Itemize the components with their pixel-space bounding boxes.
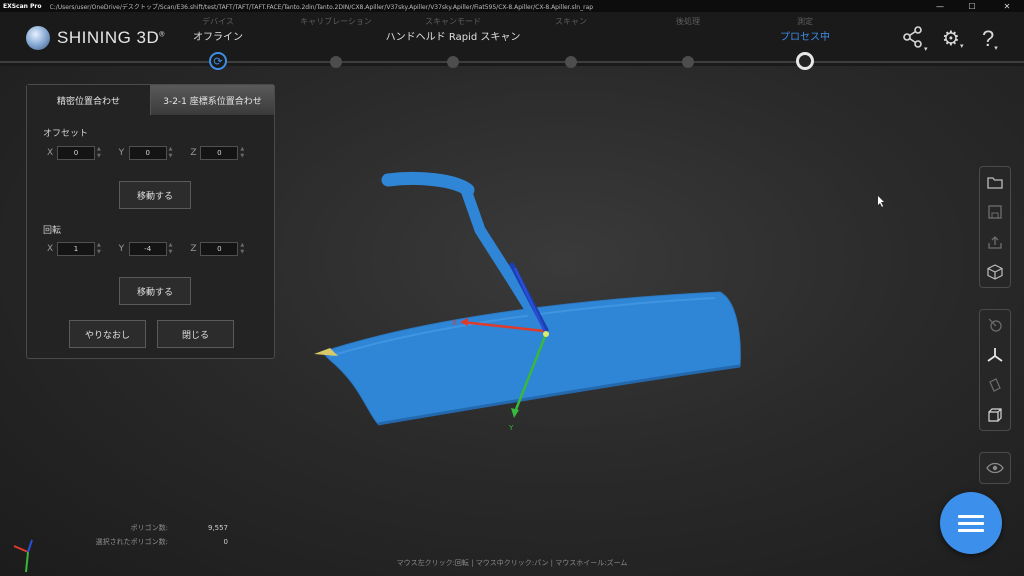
rotation-x-label: X (47, 244, 54, 254)
gizmo-origin (543, 331, 549, 337)
rotation-z-input[interactable]: 0 (200, 242, 239, 256)
close-panel-button[interactable]: 閉じる (157, 320, 234, 348)
view-toolbar (979, 309, 1011, 431)
file-toolbar (979, 166, 1011, 288)
move-offset-button[interactable]: 移動する (119, 181, 191, 209)
tab-fine-alignment[interactable]: 精密位置合わせ (27, 85, 150, 115)
save-icon[interactable] (980, 197, 1010, 227)
menu-icon (958, 511, 984, 536)
offset-x-label: X (47, 148, 54, 158)
axis-icon[interactable] (980, 340, 1010, 370)
move-rotation-button[interactable]: 移動する (119, 277, 191, 305)
texture-icon[interactable] (980, 370, 1010, 400)
rotation-row: X 1 ▲ ▼ Y -4 ▲ ▼ Z 0 ▲ ▼ (47, 242, 262, 256)
mouse-cursor (878, 196, 884, 207)
tab-321-alignment[interactable]: 3-2-1 座標系位置合わせ (150, 85, 274, 115)
redo-button[interactable]: やりなおし (69, 320, 146, 348)
mouse-hint: マウス左クリック:回転 | マウス中クリック:パン | マウスホイール:ズーム (396, 559, 628, 567)
selected-polygon-label: 選択されたポリゴン数: (95, 538, 168, 546)
polygon-count-value: 9,557 (207, 524, 228, 532)
offset-title: オフセット (43, 129, 89, 139)
rotation-z-label: Z (190, 244, 197, 254)
mesh-view-icon[interactable] (980, 310, 1010, 340)
offset-z-label: Z (190, 148, 197, 158)
cube-icon[interactable] (980, 257, 1010, 287)
wireframe-box-icon[interactable] (980, 400, 1010, 430)
rotation-y-input[interactable]: -4 (128, 242, 167, 256)
visibility-toolbar (979, 452, 1011, 484)
rotation-title: 回転 (43, 226, 62, 236)
scan-mesh-rod-top (381, 172, 475, 197)
rotation-z-spinner[interactable]: ▲ ▼ (240, 242, 248, 256)
offset-z-spinner[interactable]: ▲ ▼ (240, 146, 248, 160)
main-menu-button[interactable] (940, 492, 1002, 554)
eye-icon[interactable] (980, 453, 1010, 483)
offset-x-spinner[interactable]: ▲ ▼ (97, 146, 105, 160)
offset-y-input[interactable]: 0 (128, 146, 167, 160)
selected-polygon-value: 0 (223, 538, 228, 546)
rotation-x-spinner[interactable]: ▲ ▼ (97, 242, 105, 256)
rotation-y-label: Y (118, 244, 125, 254)
export-icon[interactable] (980, 227, 1010, 257)
axis-y-label: Y (508, 424, 514, 432)
offset-y-spinner[interactable]: ▲ ▼ (169, 146, 177, 160)
axis-y-arrow (511, 408, 519, 418)
offset-z-input[interactable]: 0 (200, 146, 239, 160)
rotation-y-spinner[interactable]: ▲ ▼ (169, 242, 177, 256)
alignment-panel: 精密位置合わせ 3-2-1 座標系位置合わせ オフセット X 0 ▲ ▼ Y 0 ▲ ▼ Z… (26, 84, 275, 359)
axis-x-label: X (452, 319, 457, 327)
alignment-tabs: 精密位置合わせ 3-2-1 座標系位置合わせ (27, 85, 274, 115)
offset-row: X 0 ▲ ▼ Y 0 ▲ ▼ Z 0 ▲ ▼ (47, 146, 262, 160)
offset-x-input[interactable]: 0 (57, 146, 95, 160)
polygon-count-label: ポリゴン数: (130, 524, 168, 532)
offset-y-label: Y (118, 148, 125, 158)
rotation-x-input[interactable]: 1 (57, 242, 95, 256)
folder-icon[interactable] (980, 167, 1010, 197)
mesh-stats: ポリゴン数: 9,557 選択されたポリゴン数: 0 (30, 521, 228, 549)
